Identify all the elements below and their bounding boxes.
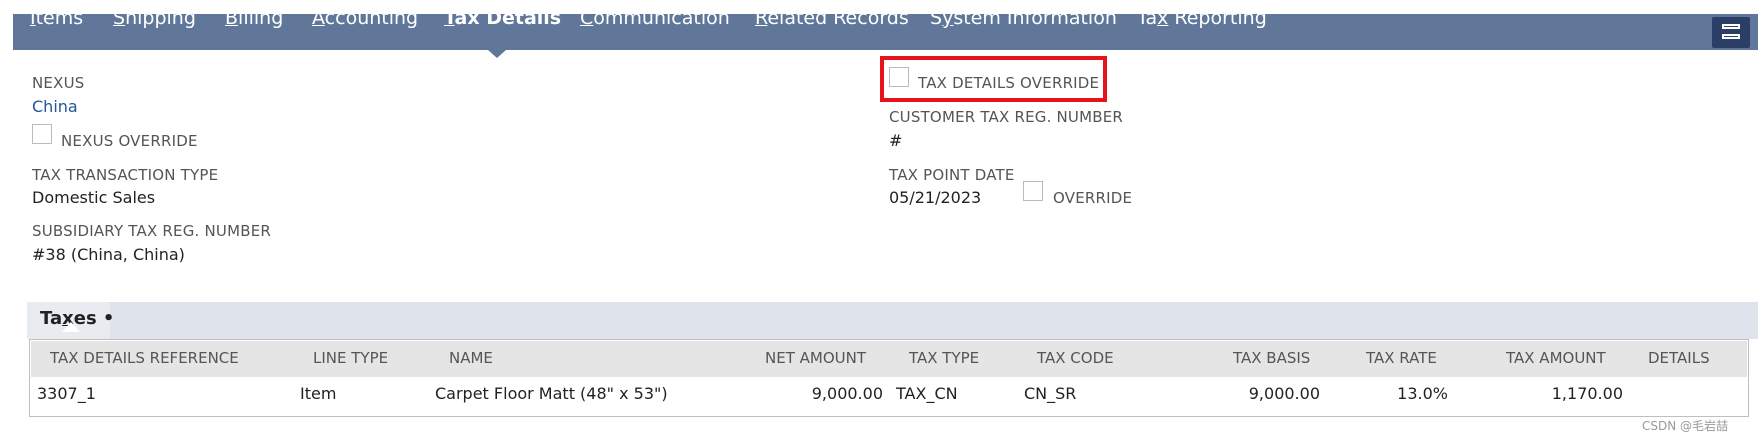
tab-tax-details[interactable]: Tax Details — [444, 0, 561, 36]
tab-related-records[interactable]: Related Records — [755, 0, 909, 36]
cell-tax-amount: 1,170.00 — [1551, 384, 1623, 403]
tab-menu-icon[interactable] — [1712, 17, 1750, 48]
tab-billing[interactable]: Billing — [225, 0, 283, 36]
tax-transaction-type-value: Domestic Sales — [32, 188, 156, 207]
subsidiary-tax-reg-value: #38 (China, China) — [32, 245, 185, 264]
col-tax-rate[interactable]: TAX RATE — [1366, 349, 1437, 367]
cell-tax-code-link[interactable]: CN_SR — [1024, 384, 1076, 403]
cell-tax-details-reference: 3307_1 — [37, 384, 96, 403]
nexus-value-link[interactable]: China — [32, 97, 78, 116]
tab-items[interactable]: Items — [30, 0, 83, 36]
taxes-subtab-pointer — [62, 322, 80, 332]
tax-details-override-label: TAX DETAILS OVERRIDE — [918, 74, 1100, 92]
col-net-amount[interactable]: NET AMOUNT — [765, 349, 866, 367]
tab-accounting[interactable]: Accounting — [312, 0, 418, 36]
tax-details-override-checkbox[interactable] — [889, 67, 909, 87]
taxes-section-band — [27, 302, 1758, 339]
col-tax-type[interactable]: TAX TYPE — [909, 349, 979, 367]
tab-communication[interactable]: Communication — [580, 0, 730, 36]
customer-tax-reg-label: CUSTOMER TAX REG. NUMBER — [889, 108, 1124, 126]
col-name[interactable]: NAME — [449, 349, 493, 367]
nexus-label: NEXUS — [32, 74, 85, 92]
col-tax-amount[interactable]: TAX AMOUNT — [1506, 349, 1606, 367]
cell-tax-basis: 9,000.00 — [1248, 384, 1320, 403]
col-tax-code[interactable]: TAX CODE — [1037, 349, 1114, 367]
subsidiary-tax-reg-label: SUBSIDIARY TAX REG. NUMBER — [32, 222, 271, 240]
col-details[interactable]: DETAILS — [1648, 349, 1710, 367]
nexus-override-checkbox[interactable] — [32, 124, 52, 144]
cell-tax-type-link[interactable]: TAX_CN — [896, 384, 958, 403]
tab-system-information[interactable]: System Information — [930, 0, 1117, 36]
tax-point-date-label: TAX POINT DATE — [889, 166, 1015, 184]
tab-shipping[interactable]: Shipping — [113, 0, 196, 36]
active-tab-pointer — [488, 50, 506, 58]
col-tax-details-reference[interactable]: TAX DETAILS REFERENCE — [50, 349, 239, 367]
cell-line-type: Item — [300, 384, 337, 403]
nexus-override-label: NEXUS OVERRIDE — [61, 132, 198, 150]
col-tax-basis[interactable]: TAX BASIS — [1233, 349, 1310, 367]
col-line-type[interactable]: LINE TYPE — [313, 349, 388, 367]
tax-transaction-type-label: TAX TRANSACTION TYPE — [32, 166, 219, 184]
cell-name: Carpet Floor Matt (48" x 53") — [435, 384, 668, 403]
tax-point-date-value: 05/21/2023 — [889, 188, 982, 207]
taxes-table-header — [31, 341, 1747, 377]
tab-tax-reporting[interactable]: Tax Reporting — [1137, 0, 1267, 36]
tax-point-override-checkbox[interactable] — [1023, 181, 1043, 201]
watermark: CSDN @毛岩喆 — [1642, 419, 1729, 433]
cell-tax-rate: 13.0% — [1397, 384, 1448, 403]
customer-tax-reg-value: # — [889, 131, 903, 150]
cell-net-amount: 9,000.00 — [811, 384, 883, 403]
tax-point-override-label: OVERRIDE — [1053, 189, 1133, 207]
